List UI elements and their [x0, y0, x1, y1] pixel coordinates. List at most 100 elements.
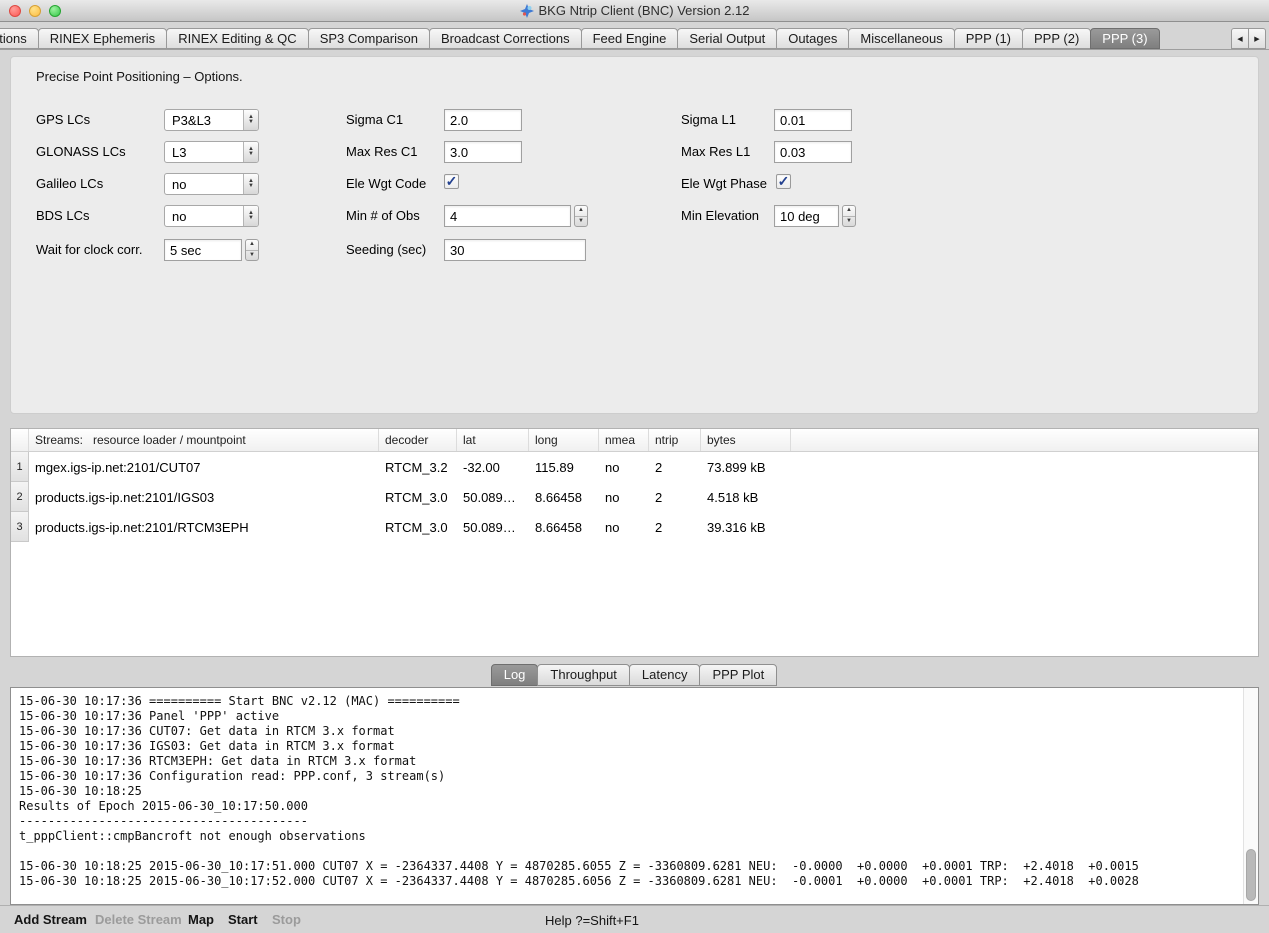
row-number: 1 [11, 452, 29, 482]
streams-header: Streams: resource loader / mountpoint de… [11, 429, 1258, 452]
tab-scroll-left-button[interactable]: ◀ [1231, 28, 1249, 49]
add-stream-button[interactable]: Add Stream [14, 912, 87, 927]
log-line: 15-06-30 10:17:36 CUT07: Get data in RTC… [19, 724, 1235, 739]
view-tab-log[interactable]: Log [491, 664, 539, 686]
galileo-lcs-value: no [165, 177, 243, 192]
view-tabs: LogThroughputLatencyPPP Plot [0, 664, 1269, 686]
col-mountpoint[interactable]: Streams: resource loader / mountpoint [29, 429, 379, 451]
galileo-lcs-label: Galileo LCs [36, 176, 103, 191]
streams-table: Streams: resource loader / mountpoint de… [10, 428, 1259, 657]
tab-serial-output[interactable]: Serial Output [677, 28, 777, 49]
view-tab-latency[interactable]: Latency [629, 664, 701, 686]
col-long[interactable]: long [529, 429, 599, 451]
gps-lcs-value: P3&L3 [165, 113, 243, 128]
gps-lcs-select[interactable]: P3&L3 ▲▼ [164, 109, 259, 131]
row-number: 2 [11, 482, 29, 512]
combo-updown-icon: ▲▼ [243, 174, 258, 194]
tab-ppp-1[interactable]: PPP (1) [954, 28, 1023, 49]
tab-ppp-2[interactable]: PPP (2) [1022, 28, 1091, 49]
view-tab-throughput[interactable]: Throughput [537, 664, 630, 686]
log-scrollbar-thumb[interactable] [1246, 849, 1256, 901]
log-panel: 15-06-30 10:17:36 ========== Start BNC v… [10, 687, 1259, 905]
log-line: 15-06-30 10:18:25 [19, 784, 1235, 799]
col-decoder[interactable]: decoder [379, 429, 457, 451]
col-ntrip[interactable]: ntrip [649, 429, 701, 451]
tab-broadcast-corrections[interactable]: Broadcast Corrections [429, 28, 582, 49]
tab-outages[interactable]: Outages [776, 28, 849, 49]
glonass-lcs-value: L3 [165, 145, 243, 160]
cell-decoder: RTCM_3.0 [379, 512, 457, 542]
tab-rinex-ephemeris[interactable]: RINEX Ephemeris [38, 28, 167, 49]
log-scrollbar[interactable] [1243, 688, 1258, 904]
stepper-down-icon[interactable]: ▼ [246, 250, 258, 261]
map-button[interactable]: Map [188, 912, 214, 927]
stepper-down-icon[interactable]: ▼ [843, 216, 855, 227]
zoom-button[interactable] [49, 5, 61, 17]
log-line: 15-06-30 10:17:36 RTCM3EPH: Get data in … [19, 754, 1235, 769]
tab-miscellaneous[interactable]: Miscellaneous [848, 28, 954, 49]
bds-lcs-select[interactable]: no ▲▼ [164, 205, 259, 227]
ele-wgt-phase-checkbox[interactable]: ✓ [776, 174, 791, 189]
tab-feed-engine[interactable]: Feed Engine [581, 28, 679, 49]
wait-clock-label: Wait for clock corr. [36, 242, 142, 257]
wait-clock-input[interactable] [164, 239, 242, 261]
max-res-c1-label: Max Res C1 [346, 144, 418, 159]
gps-lcs-label: GPS LCs [36, 112, 90, 127]
combo-updown-icon: ▲▼ [243, 206, 258, 226]
close-button[interactable] [9, 5, 21, 17]
log-line: 15-06-30 10:17:36 Configuration read: PP… [19, 769, 1235, 784]
cell-mountpoint: products.igs-ip.net:2101/IGS03 [29, 482, 379, 512]
cell-decoder: RTCM_3.0 [379, 482, 457, 512]
stepper-up-icon[interactable]: ▲ [246, 240, 258, 250]
col-row-number [11, 429, 29, 451]
log-line: ---------------------------------------- [19, 814, 1235, 829]
col-nmea[interactable]: nmea [599, 429, 649, 451]
max-res-l1-label: Max Res L1 [681, 144, 750, 159]
start-button[interactable]: Start [228, 912, 258, 927]
seeding-input[interactable] [444, 239, 586, 261]
check-icon: ✓ [446, 174, 458, 188]
cell-long: 115.89 [529, 452, 599, 482]
view-tab-ppp-plot[interactable]: PPP Plot [699, 664, 777, 686]
stream-row[interactable]: 1mgex.igs-ip.net:2101/CUT07RTCM_3.2-32.0… [11, 452, 1258, 482]
col-lat[interactable]: lat [457, 429, 529, 451]
cell-lat: 50.089… [457, 482, 529, 512]
cell-lat: 50.089… [457, 512, 529, 542]
tab-sp3-comparison[interactable]: SP3 Comparison [308, 28, 430, 49]
combo-updown-icon: ▲▼ [243, 110, 258, 130]
stepper-down-icon[interactable]: ▼ [575, 216, 587, 227]
cell-ntrip: 2 [649, 482, 701, 512]
ele-wgt-code-checkbox[interactable]: ✓ [444, 174, 459, 189]
delete-stream-button: Delete Stream [95, 912, 182, 927]
log-content[interactable]: 15-06-30 10:17:36 ========== Start BNC v… [11, 688, 1243, 904]
glonass-lcs-select[interactable]: L3 ▲▼ [164, 141, 259, 163]
min-obs-input[interactable] [444, 205, 571, 227]
galileo-lcs-select[interactable]: no ▲▼ [164, 173, 259, 195]
tab-ations[interactable]: ations [0, 28, 39, 49]
sigma-c1-input[interactable] [444, 109, 522, 131]
stream-row[interactable]: 2products.igs-ip.net:2101/IGS03RTCM_3.05… [11, 482, 1258, 512]
app-icon [520, 4, 534, 18]
minimize-button[interactable] [29, 5, 41, 17]
max-res-c1-input[interactable] [444, 141, 522, 163]
cell-bytes: 4.518 kB [701, 482, 791, 512]
bnc-window: BKG Ntrip Client (BNC) Version 2.12 atio… [0, 0, 1269, 933]
tab-ppp-3[interactable]: PPP (3) [1090, 28, 1159, 49]
log-line [19, 844, 1235, 859]
stream-row[interactable]: 3products.igs-ip.net:2101/RTCM3EPHRTCM_3… [11, 512, 1258, 542]
min-elevation-stepper[interactable]: ▲ ▼ [842, 205, 856, 227]
col-bytes[interactable]: bytes [701, 429, 791, 451]
tab-scroll-right-button[interactable]: ▶ [1248, 28, 1266, 49]
cell-nmea: no [599, 452, 649, 482]
stepper-up-icon[interactable]: ▲ [575, 206, 587, 216]
stepper-up-icon[interactable]: ▲ [843, 206, 855, 216]
min-elevation-input[interactable] [774, 205, 839, 227]
max-res-l1-input[interactable] [774, 141, 852, 163]
col-filler [791, 429, 1258, 451]
sigma-l1-input[interactable] [774, 109, 852, 131]
tab-rinex-editing-qc[interactable]: RINEX Editing & QC [166, 28, 309, 49]
min-obs-stepper[interactable]: ▲ ▼ [574, 205, 588, 227]
tab-strip: ationsRINEX EphemerisRINEX Editing & QCS… [0, 28, 1232, 49]
min-obs-label: Min # of Obs [346, 208, 420, 223]
wait-clock-stepper[interactable]: ▲ ▼ [245, 239, 259, 261]
